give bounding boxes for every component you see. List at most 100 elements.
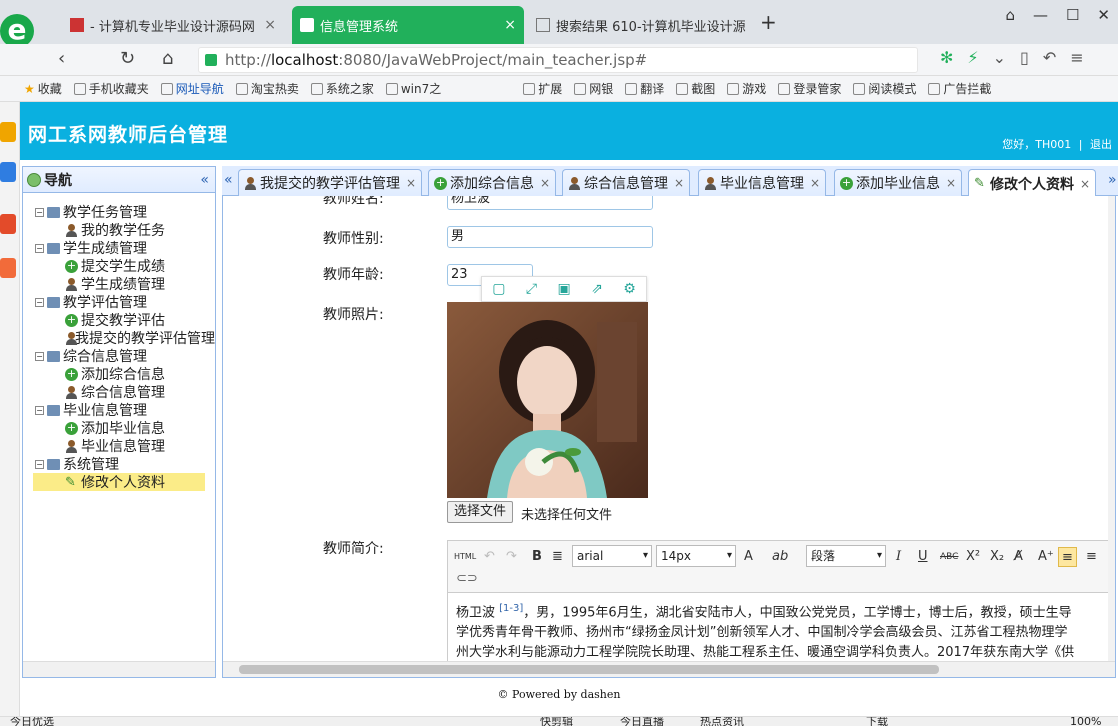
phone-icon[interactable]: ▯	[1020, 48, 1029, 67]
font-scale-icon[interactable]: A⁺	[1038, 547, 1054, 567]
home-icon[interactable]: ⌂	[162, 48, 173, 69]
sidebar-weibo-icon[interactable]	[0, 214, 16, 234]
content-vertical-scrollbar[interactable]	[1108, 196, 1115, 677]
undo-icon[interactable]: ↶	[1043, 48, 1056, 67]
editor-content[interactable]: 杨卫波 [1-3]，男，1995年6月生，湖北省安陆市人，中国致公党党员，工学博…	[448, 593, 1115, 669]
tree-item-add-info[interactable]: + 添加综合信息	[23, 365, 215, 383]
scrollbar-thumb[interactable]	[239, 665, 939, 674]
format-icon[interactable]: ≣	[552, 547, 563, 567]
italic-button[interactable]: I	[896, 547, 901, 567]
superscript-button[interactable]: X²	[966, 547, 980, 567]
status-item[interactable]: 今日优选	[10, 717, 54, 726]
tree-item-my-tasks[interactable]: 我的教学任务	[23, 221, 215, 239]
sidebar-mail-icon[interactable]	[0, 258, 16, 278]
close-tab-icon[interactable]: ×	[1080, 177, 1090, 191]
toolbar-adblock[interactable]: 广告拦截	[928, 80, 991, 97]
sidebar-note-icon[interactable]	[0, 162, 16, 182]
name-input[interactable]: 杨卫波	[447, 196, 653, 210]
address-bar[interactable]: http://localhost:8080/JavaWebProject/mai…	[198, 47, 918, 73]
choose-file-button[interactable]: 选择文件	[447, 501, 514, 523]
bookmark-win7[interactable]: win7之	[385, 80, 441, 97]
collapse-icon[interactable]: −	[35, 207, 44, 217]
close-tab-icon[interactable]: ×	[406, 176, 416, 190]
gender-input[interactable]: 男	[447, 226, 653, 248]
toolbar-games[interactable]: 游戏	[727, 80, 766, 97]
speed-icon[interactable]: ✻	[940, 48, 953, 67]
bookmark-xitong[interactable]: 系统之家	[310, 80, 374, 97]
bookmark-nav[interactable]: 网址导航	[160, 80, 224, 97]
subscript-button[interactable]: X₂	[990, 547, 1004, 567]
align-left-icon[interactable]: ≡	[1058, 547, 1077, 567]
collapse-icon[interactable]: −	[35, 243, 44, 253]
nav-scrollbar[interactable]	[23, 661, 215, 677]
status-item[interactable]: 热点资讯	[700, 717, 744, 726]
status-item[interactable]: 今日直播	[620, 717, 664, 726]
toolbar-screenshot[interactable]: 截图	[676, 80, 715, 97]
tree-item-graduation-manage[interactable]: 毕业信息管理	[23, 437, 215, 455]
toolbar-extensions[interactable]: 扩展	[523, 80, 562, 97]
font-family-select[interactable]: arial	[572, 545, 652, 567]
save-icon[interactable]: ▣	[557, 281, 570, 297]
bookmark-favorites[interactable]: ★ 收藏	[24, 80, 62, 97]
tree-group-graduation[interactable]: − 毕业信息管理	[23, 401, 215, 419]
maximize-button[interactable]: ☐	[1066, 6, 1079, 24]
tab-add-graduation[interactable]: + 添加毕业信息 ×	[834, 169, 963, 196]
bold-button[interactable]: B	[532, 547, 542, 567]
skin-icon[interactable]: ⌂	[1005, 6, 1015, 24]
tabs-scroll-right-icon[interactable]: »	[1108, 172, 1117, 188]
tree-group-evaluation[interactable]: − 教学评估管理	[23, 293, 215, 311]
close-tab-icon[interactable]: ×	[810, 176, 820, 190]
collapse-icon[interactable]: −	[35, 405, 44, 415]
zoom-level[interactable]: 100%	[1070, 717, 1101, 726]
close-tab-icon[interactable]: ×	[946, 176, 956, 190]
tab-edit-profile[interactable]: ✎ 修改个人资料 ×	[968, 169, 1097, 197]
lightning-icon[interactable]: ⚡	[967, 48, 978, 67]
browser-tab-active[interactable]: 信息管理系统 ×	[292, 6, 524, 44]
tab-graduation-manage[interactable]: 毕业信息管理 ×	[698, 169, 827, 196]
tree-item-info-manage[interactable]: 综合信息管理	[23, 383, 215, 401]
back-arrow-icon[interactable]: ‹	[58, 48, 65, 69]
font-size-select[interactable]: 14px	[656, 545, 736, 567]
tree-group-general-info[interactable]: − 综合信息管理	[23, 347, 215, 365]
tab-add-info[interactable]: + 添加综合信息 ×	[428, 169, 557, 196]
tree-group-teaching-tasks[interactable]: − 教学任务管理	[23, 203, 215, 221]
toolbar-login[interactable]: 登录管家	[778, 80, 841, 97]
share-icon[interactable]: ⇗	[591, 281, 603, 297]
menu-icon[interactable]: ≡	[1070, 48, 1083, 67]
settings-icon[interactable]: ⚙	[623, 281, 636, 297]
refresh-icon[interactable]: ↻	[120, 48, 135, 69]
collapse-icon[interactable]: −	[35, 459, 44, 469]
tree-item-my-evaluations[interactable]: 我提交的教学评估管理	[23, 329, 215, 347]
clear-format-icon[interactable]: A̸	[1014, 547, 1023, 567]
tab-info-manage[interactable]: 综合信息管理 ×	[562, 169, 691, 196]
highlight-button[interactable]: ab	[772, 547, 788, 567]
content-horizontal-scrollbar[interactable]	[223, 661, 1115, 677]
tree-item-edit-profile[interactable]: ✎ 修改个人资料	[33, 473, 205, 491]
strikethrough-button[interactable]: ABC	[940, 547, 958, 567]
toolbar-reader[interactable]: 阅读模式	[853, 80, 916, 97]
browser-tab[interactable]: - 计算机专业毕业设计源码网 ×	[62, 6, 284, 44]
close-window-button[interactable]: ✕	[1097, 6, 1110, 24]
html-source-button[interactable]: HTML	[454, 547, 476, 567]
collapse-icon[interactable]: −	[35, 351, 44, 361]
status-item[interactable]: 快剪辑	[540, 717, 573, 726]
minimize-button[interactable]: —	[1033, 6, 1048, 24]
close-tab-icon[interactable]: ×	[496, 17, 516, 33]
align-center-icon[interactable]: ≡	[1086, 547, 1097, 567]
tree-item-add-graduation[interactable]: + 添加毕业信息	[23, 419, 215, 437]
new-tab-button[interactable]: +	[760, 10, 777, 34]
status-item[interactable]: 下载	[866, 717, 888, 726]
tab-my-evaluations[interactable]: 我提交的教学评估管理 ×	[238, 169, 423, 196]
close-tab-icon[interactable]: ×	[256, 17, 276, 33]
fullscreen-icon[interactable]: ⤢	[526, 281, 537, 297]
redo-icon[interactable]: ↷	[506, 547, 517, 567]
citation[interactable]: [1-3]	[499, 603, 523, 614]
browser-tab[interactable]: 搜索结果 610-计算机毕业设计源 ×	[528, 6, 752, 44]
toolbar-translate[interactable]: 翻译	[625, 80, 664, 97]
collapse-nav-button[interactable]: «	[200, 172, 209, 188]
bookmark-mobile[interactable]: 手机收藏夹	[73, 80, 149, 97]
paragraph-select[interactable]: 段落	[806, 545, 886, 567]
toolbar-bank[interactable]: 网银	[574, 80, 613, 97]
chevron-down-icon[interactable]: ⌄	[993, 48, 1006, 67]
undo-icon[interactable]: ↶	[484, 547, 495, 567]
